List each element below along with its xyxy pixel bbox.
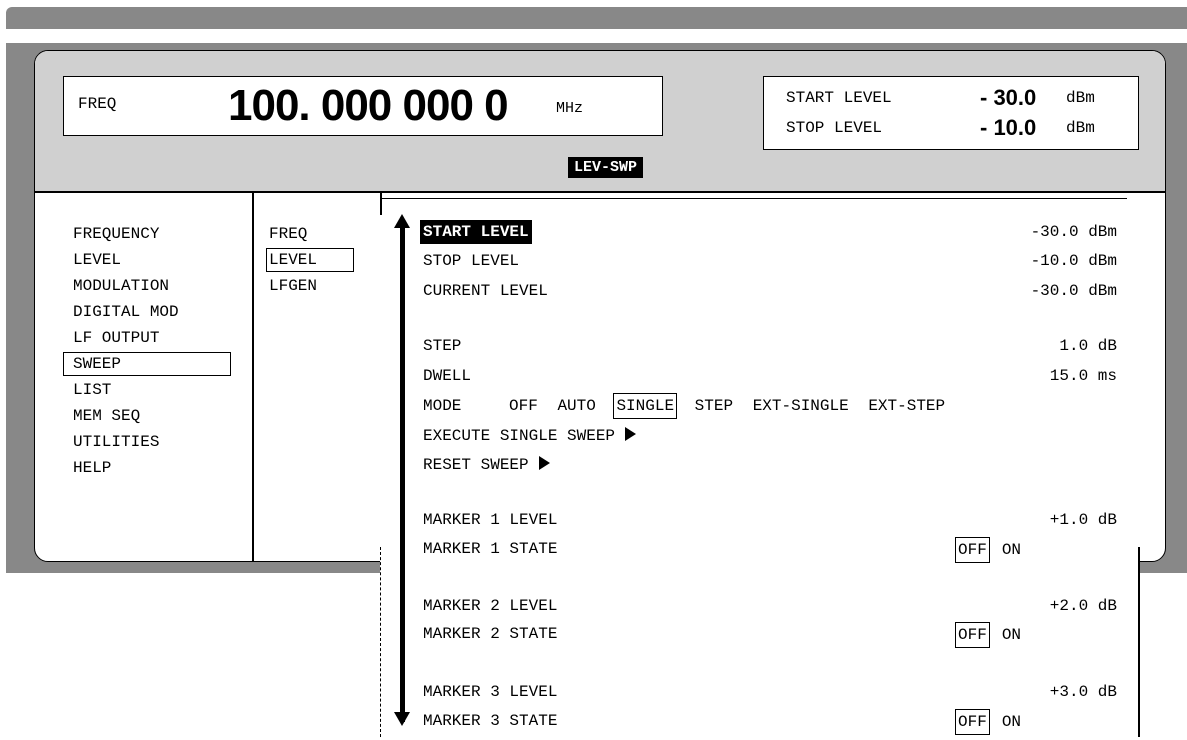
stop-level-readout: STOP LEVEL - 10.0 dBm [786,115,1126,141]
main-menu: FREQUENCY LEVEL MODULATION DIGITAL MOD L… [63,221,231,481]
freq-label: FREQ [78,95,117,113]
selection-box [63,352,231,376]
stop-level-value: - 10.0 [980,115,1037,140]
marker3-state-toggle[interactable]: OFF ON [955,709,1021,735]
menu-item-label: LIST [73,381,112,399]
mode-label: MODE [423,397,462,415]
scroll-up-icon[interactable] [394,214,410,228]
marker3-state-param[interactable]: MARKER 3 STATE [423,709,557,733]
marker1-level-param[interactable]: MARKER 1 LEVEL [423,508,557,532]
marker2-state-param[interactable]: MARKER 2 STATE [423,622,557,646]
menu-item-lf-output[interactable]: LF OUTPUT [73,325,179,351]
panel-border-right [1138,547,1140,737]
submenu-item-label: FREQ [269,225,308,243]
stop-level-param[interactable]: STOP LEVEL [423,249,519,273]
freq-value: 100. 000 000 0 [228,81,509,130]
execute-arrow-icon [625,427,637,441]
freq-unit: MHz [556,100,584,117]
state-on[interactable]: ON [1002,541,1021,559]
marker3-level-param[interactable]: MARKER 3 LEVEL [423,680,557,704]
step-param-value[interactable]: 1.0 dB [1059,334,1117,358]
execute-single-sweep-action[interactable]: EXECUTE SINGLE SWEEP [423,424,637,448]
menu-item-label: FREQUENCY [73,225,160,243]
submenu-item-freq[interactable]: FREQ [269,221,317,247]
state-off[interactable]: OFF [955,537,990,563]
level-display[interactable]: START LEVEL - 30.0 dBm STOP LEVEL - 10.0… [763,76,1139,150]
reset-sweep-action[interactable]: RESET SWEEP [423,453,550,477]
start-level-label: START LEVEL [786,89,892,107]
execute-label: EXECUTE SINGLE SWEEP [423,427,616,445]
menu-item-label: LF OUTPUT [73,329,160,347]
menu-item-label: MEM SEQ [73,407,141,425]
menu-item-utilities[interactable]: UTILITIES [73,429,179,455]
mode-param: MODE OFF AUTO SINGLE STEP EXT-SINGLE EXT… [423,393,953,419]
frequency-display[interactable]: FREQ 100. 000 000 0 MHz [63,76,663,136]
reset-arrow-icon [538,456,550,470]
current-level-param[interactable]: CURRENT LEVEL [423,279,548,303]
mode-option-ext-single[interactable]: EXT-SINGLE [751,394,851,418]
mode-option-step[interactable]: STEP [693,394,735,418]
dwell-param-value[interactable]: 15.0 ms [1050,364,1117,388]
menu-item-label: LEVEL [73,251,122,269]
submenu-item-label: LFGEN [269,277,318,295]
scroll-down-icon[interactable] [394,712,410,726]
marker1-state-toggle[interactable]: OFF ON [955,537,1021,563]
menu-item-list[interactable]: LIST [73,377,179,403]
step-param[interactable]: STEP [423,334,461,358]
mode-option-single[interactable]: SINGLE [613,393,678,419]
menu-item-label: HELP [73,459,112,477]
mode-option-off[interactable]: OFF [507,394,540,418]
state-on[interactable]: ON [1002,626,1021,644]
panel-border-left [380,547,381,737]
sub-menu: FREQ LEVEL LFGEN [266,221,354,299]
start-level-value: - 30.0 [980,85,1037,110]
status-header: FREQ 100. 000 000 0 MHz START LEVEL - 30… [35,51,1165,193]
start-level-param[interactable]: START LEVEL [420,220,532,244]
submenu-item-level[interactable]: LEVEL [266,247,354,273]
marker1-state-param[interactable]: MARKER 1 STATE [423,537,557,561]
start-level-param-value[interactable]: -30.0 dBm [1031,220,1117,244]
selection-box [266,248,354,272]
state-on[interactable]: ON [1002,713,1021,731]
stop-level-param-value[interactable]: -10.0 dBm [1031,249,1117,273]
menu-item-label: UTILITIES [73,433,160,451]
stop-level-unit: dBm [1066,119,1095,137]
menu-item-label: DIGITAL MOD [73,303,179,321]
start-level-unit: dBm [1066,89,1095,107]
top-bar [6,7,1187,29]
state-off[interactable]: OFF [955,709,990,735]
menu-item-digital-mod[interactable]: DIGITAL MOD [73,299,179,325]
marker1-level-value[interactable]: +1.0 dB [1050,508,1117,532]
dwell-param[interactable]: DWELL [423,364,471,388]
current-level-param-value[interactable]: -30.0 dBm [1031,279,1117,303]
panel-top-rule [382,198,1127,199]
marker2-level-value[interactable]: +2.0 dB [1050,594,1117,618]
menu-item-frequency[interactable]: FREQUENCY [73,221,179,247]
menu-divider [252,193,254,561]
menu-item-label: MODULATION [73,277,170,295]
menu-item-sweep[interactable]: SWEEP [63,351,231,377]
marker3-level-value[interactable]: +3.0 dB [1050,680,1117,704]
menu-item-modulation[interactable]: MODULATION [73,273,179,299]
marker2-level-param[interactable]: MARKER 2 LEVEL [423,594,557,618]
scrollbar[interactable] [400,222,405,722]
stop-level-label: STOP LEVEL [786,119,883,137]
submenu-item-lfgen[interactable]: LFGEN [269,273,317,299]
reset-label: RESET SWEEP [423,456,529,474]
start-level-readout: START LEVEL - 30.0 dBm [786,85,1126,111]
state-off[interactable]: OFF [955,622,990,648]
menu-item-level[interactable]: LEVEL [73,247,179,273]
mode-badge: LEV-SWP [568,157,644,178]
marker2-state-toggle[interactable]: OFF ON [955,622,1021,648]
mode-option-auto[interactable]: AUTO [555,394,597,418]
menu-item-mem-seq[interactable]: MEM SEQ [73,403,179,429]
menu-item-help[interactable]: HELP [73,455,179,481]
mode-option-ext-step[interactable]: EXT-STEP [866,394,947,418]
